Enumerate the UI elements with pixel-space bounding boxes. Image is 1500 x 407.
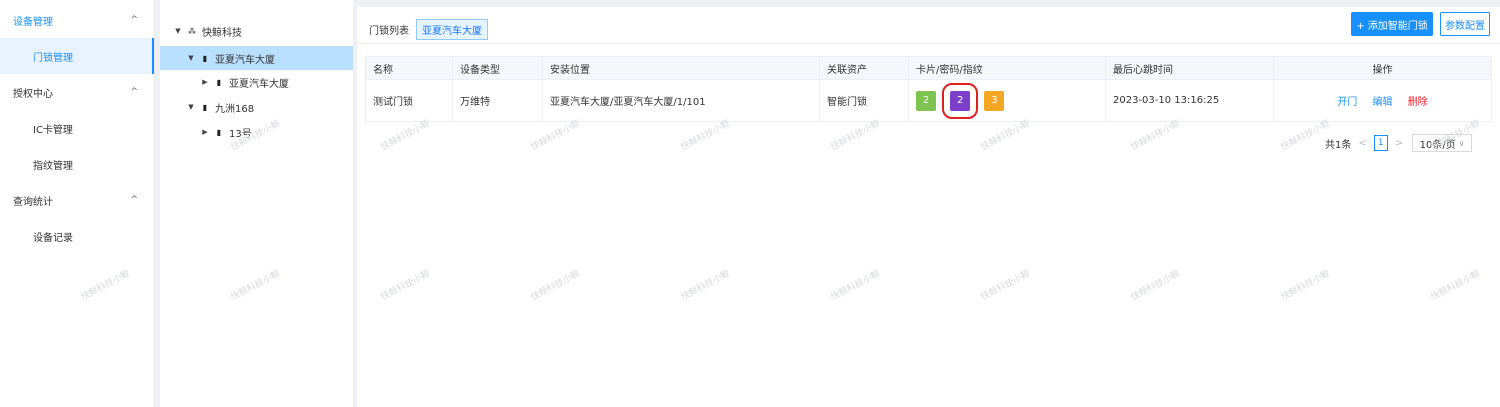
lock-table: 名称 设备类型 安装位置 关联资产 卡片/密码/指纹 最后心跳时间 操作 测试门… xyxy=(365,56,1492,122)
caret-down-icon[interactable]: ▼ xyxy=(173,27,183,35)
tree-node-label: 13号 xyxy=(229,128,252,140)
column-header: 设备类型 xyxy=(452,56,543,80)
org-icon: ⁂ xyxy=(188,26,196,36)
cell-credentials: 2 2 3 xyxy=(908,79,1106,122)
tree-node-building[interactable]: ▼ ▮ 亚夏汽车大厦 xyxy=(160,46,353,70)
menu-group-device[interactable]: 设备管理 ^ xyxy=(0,2,154,38)
building-icon: ▮ xyxy=(216,77,222,87)
column-header: 关联资产 xyxy=(819,56,909,80)
menu-group-auth[interactable]: 授权中心 ^ xyxy=(0,74,154,110)
cell-heartbeat: 2023-03-10 13:16:25 xyxy=(1105,79,1274,122)
delete-link[interactable]: 删除 xyxy=(1408,97,1428,108)
sidebar-menu: 设备管理 ^ 门锁管理 授权中心 ^ IC卡管理 指纹管理 查询统计 ^ 设备记… xyxy=(0,0,155,407)
menu-group-label: 设备管理 xyxy=(13,16,53,28)
chevron-up-icon: ^ xyxy=(130,195,138,205)
total-count: 共1条 xyxy=(1325,139,1352,151)
cell-location: 亚夏汽车大厦/亚夏汽车大厦/1/101 xyxy=(542,79,820,122)
tree-node-label: 九洲168 xyxy=(215,103,255,115)
building-icon: ▮ xyxy=(216,127,222,137)
table-row: 测试门锁 万维特 亚夏汽车大厦/亚夏汽车大厦/1/101 智能门锁 2 2 3 … xyxy=(365,79,1492,122)
column-header: 最后心跳时间 xyxy=(1105,56,1274,80)
pagination: 共1条 < 1 > 10条/页 ∨ xyxy=(1325,134,1473,152)
tree-node-13[interactable]: ▶ ▮ 13号 xyxy=(160,120,353,144)
chevron-up-icon: ^ xyxy=(130,87,138,97)
cell-device-type: 万维特 xyxy=(452,79,543,122)
selected-building-tag: 亚夏汽车大厦 xyxy=(416,19,488,40)
main-panel: 门锁列表 亚夏汽车大厦 + 添加智能门锁 参数配置 名称 设备类型 安装位置 关… xyxy=(357,7,1500,407)
cell-actions: 开门 编辑 删除 xyxy=(1273,79,1492,122)
chevron-up-icon: ^ xyxy=(130,15,138,25)
menu-item-fingerprint[interactable]: 指纹管理 xyxy=(0,146,154,182)
column-header: 名称 xyxy=(365,56,453,80)
parameter-config-button[interactable]: 参数配置 xyxy=(1440,12,1490,36)
open-door-link[interactable]: 开门 xyxy=(1337,97,1357,108)
menu-item-ic-card[interactable]: IC卡管理 xyxy=(0,110,154,146)
caret-down-icon[interactable]: ▼ xyxy=(186,103,196,111)
menu-group-label: 授权中心 xyxy=(13,88,53,100)
caret-down-icon[interactable]: ▼ xyxy=(186,54,196,62)
menu-item-device-records[interactable]: 设备记录 xyxy=(0,218,154,254)
tree-node-building-child[interactable]: ▶ ▮ 亚夏汽车大厦 xyxy=(160,70,353,94)
page-title: 门锁列表 xyxy=(369,26,409,37)
caret-right-icon[interactable]: ▶ xyxy=(200,78,210,86)
chevron-down-icon: ∨ xyxy=(1458,138,1465,148)
cell-asset: 智能门锁 xyxy=(819,79,909,122)
column-header: 安装位置 xyxy=(542,56,820,80)
menu-group-label: 查询统计 xyxy=(13,196,53,208)
fingerprint-count-badge[interactable]: 3 xyxy=(984,90,1005,111)
chevron-left-icon[interactable]: < xyxy=(1358,138,1366,149)
building-icon: ▮ xyxy=(202,102,208,112)
column-header: 操作 xyxy=(1273,56,1492,80)
tree-node-root[interactable]: ▼ ⁂ 快鲸科技 xyxy=(160,19,353,43)
menu-item-lock-management[interactable]: 门锁管理 xyxy=(0,38,154,74)
page-size-select[interactable]: 10条/页 ∨ xyxy=(1412,134,1473,152)
caret-right-icon[interactable]: ▶ xyxy=(200,128,210,136)
list-header: 门锁列表 亚夏汽车大厦 xyxy=(369,19,488,40)
cell-name: 测试门锁 xyxy=(365,79,453,122)
add-smart-lock-button[interactable]: + 添加智能门锁 xyxy=(1351,12,1433,36)
password-count-badge[interactable]: 2 xyxy=(942,82,979,119)
tree-node-label: 亚夏汽车大厦 xyxy=(215,54,275,66)
page-number-button[interactable]: 1 xyxy=(1373,135,1388,151)
page-size-value: 10条/页 xyxy=(1419,139,1456,151)
card-count-badge[interactable]: 2 xyxy=(916,90,936,111)
column-header: 卡片/密码/指纹 xyxy=(908,56,1106,80)
chevron-right-icon[interactable]: > xyxy=(1395,138,1403,149)
table-header-row: 名称 设备类型 安装位置 关联资产 卡片/密码/指纹 最后心跳时间 操作 xyxy=(365,56,1492,80)
tree-node-jiuzhou[interactable]: ▼ ▮ 九洲168 xyxy=(160,95,353,119)
tree-node-label: 快鲸科技 xyxy=(202,27,242,39)
org-tree-panel: ▼ ⁂ 快鲸科技 ▼ ▮ 亚夏汽车大厦 ▶ ▮ 亚夏汽车大厦 ▼ ▮ 九洲168… xyxy=(160,0,353,407)
edit-link[interactable]: 编辑 xyxy=(1373,97,1393,108)
divider xyxy=(357,43,1500,44)
tree-node-label: 亚夏汽车大厦 xyxy=(229,78,289,90)
menu-group-stats[interactable]: 查询统计 ^ xyxy=(0,182,154,218)
building-icon: ▮ xyxy=(202,53,208,63)
